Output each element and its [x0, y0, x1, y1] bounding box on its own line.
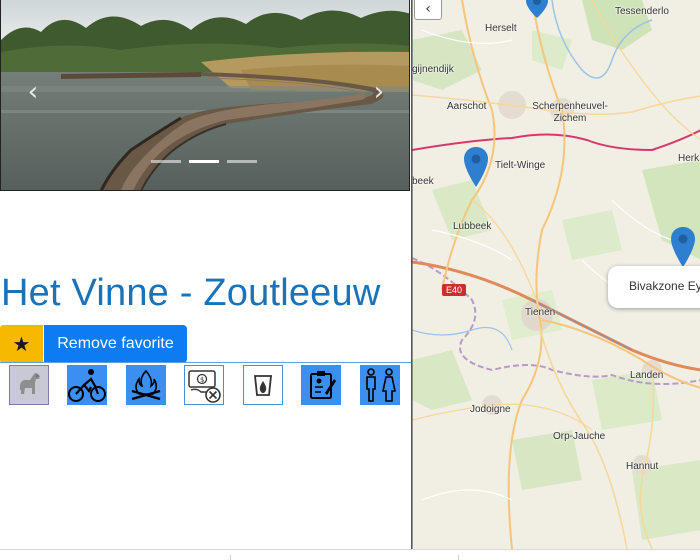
carousel-indicator[interactable]	[227, 160, 257, 163]
water-icon	[243, 365, 283, 405]
chevron-left-icon: ‹	[425, 1, 431, 17]
campfire-icon	[126, 365, 166, 405]
place-detail-panel: ‹ › Het Vinne - Zoutleeuw ★ Remove favor…	[0, 0, 411, 560]
popup-label: Bivakzone Ey	[629, 279, 700, 293]
divider	[458, 555, 459, 560]
carousel-indicator-active[interactable]	[189, 160, 219, 163]
remove-favorite-button[interactable]: Remove favorite	[44, 325, 187, 363]
no-payment-icon: $	[184, 365, 224, 405]
town-label: beek	[412, 176, 434, 187]
carousel-indicator[interactable]	[151, 160, 181, 163]
town-label: Lubbeek	[453, 221, 492, 232]
bottom-bar	[0, 549, 700, 560]
amenity-icons: $	[0, 363, 411, 405]
town-label: Landen	[630, 370, 664, 381]
town-label: Aarschot	[447, 101, 487, 112]
town-label: Herk	[678, 153, 700, 164]
road-badge: E40	[442, 284, 467, 296]
favorite-star-button[interactable]: ★	[0, 325, 43, 363]
town-label: Hannut	[626, 461, 659, 472]
place-title: Het Vinne - Zoutleeuw	[1, 272, 381, 314]
town-label: Tessenderlo	[615, 6, 669, 17]
carousel-next-button[interactable]: ›	[367, 78, 391, 106]
town-label: Tielt-Winge	[495, 160, 546, 171]
star-icon: ★	[12, 332, 31, 356]
registration-icon	[301, 365, 341, 405]
town-label: gijnendijk	[412, 64, 454, 75]
chevron-right-icon: ›	[373, 77, 385, 107]
toilet-icon	[360, 365, 400, 405]
town-label: Jodoigne	[470, 404, 511, 415]
town-label: Tienen	[525, 307, 556, 318]
photo-carousel[interactable]: ‹ ›	[0, 0, 410, 191]
dog-icon	[9, 365, 49, 405]
map-view[interactable]: ‹ Tessenderlo Herselt gijnendijk Aarscho…	[411, 0, 700, 549]
chevron-left-icon: ‹	[27, 77, 39, 107]
carousel-prev-button[interactable]: ‹	[21, 78, 45, 106]
divider	[230, 555, 231, 560]
svg-text:$: $	[200, 376, 204, 384]
town-label: Herselt	[485, 23, 517, 34]
map-popup[interactable]: Bivakzone Ey	[608, 266, 700, 308]
map-collapse-button[interactable]: ‹	[414, 0, 442, 20]
app-root: ‹ › Het Vinne - Zoutleeuw ★ Remove favor…	[0, 0, 700, 560]
cycling-icon	[67, 365, 107, 405]
carousel-indicators	[151, 160, 257, 163]
town-label: Orp-Jauche	[553, 431, 606, 442]
town-label: Scherpenheuvel-Zichem	[532, 101, 608, 124]
